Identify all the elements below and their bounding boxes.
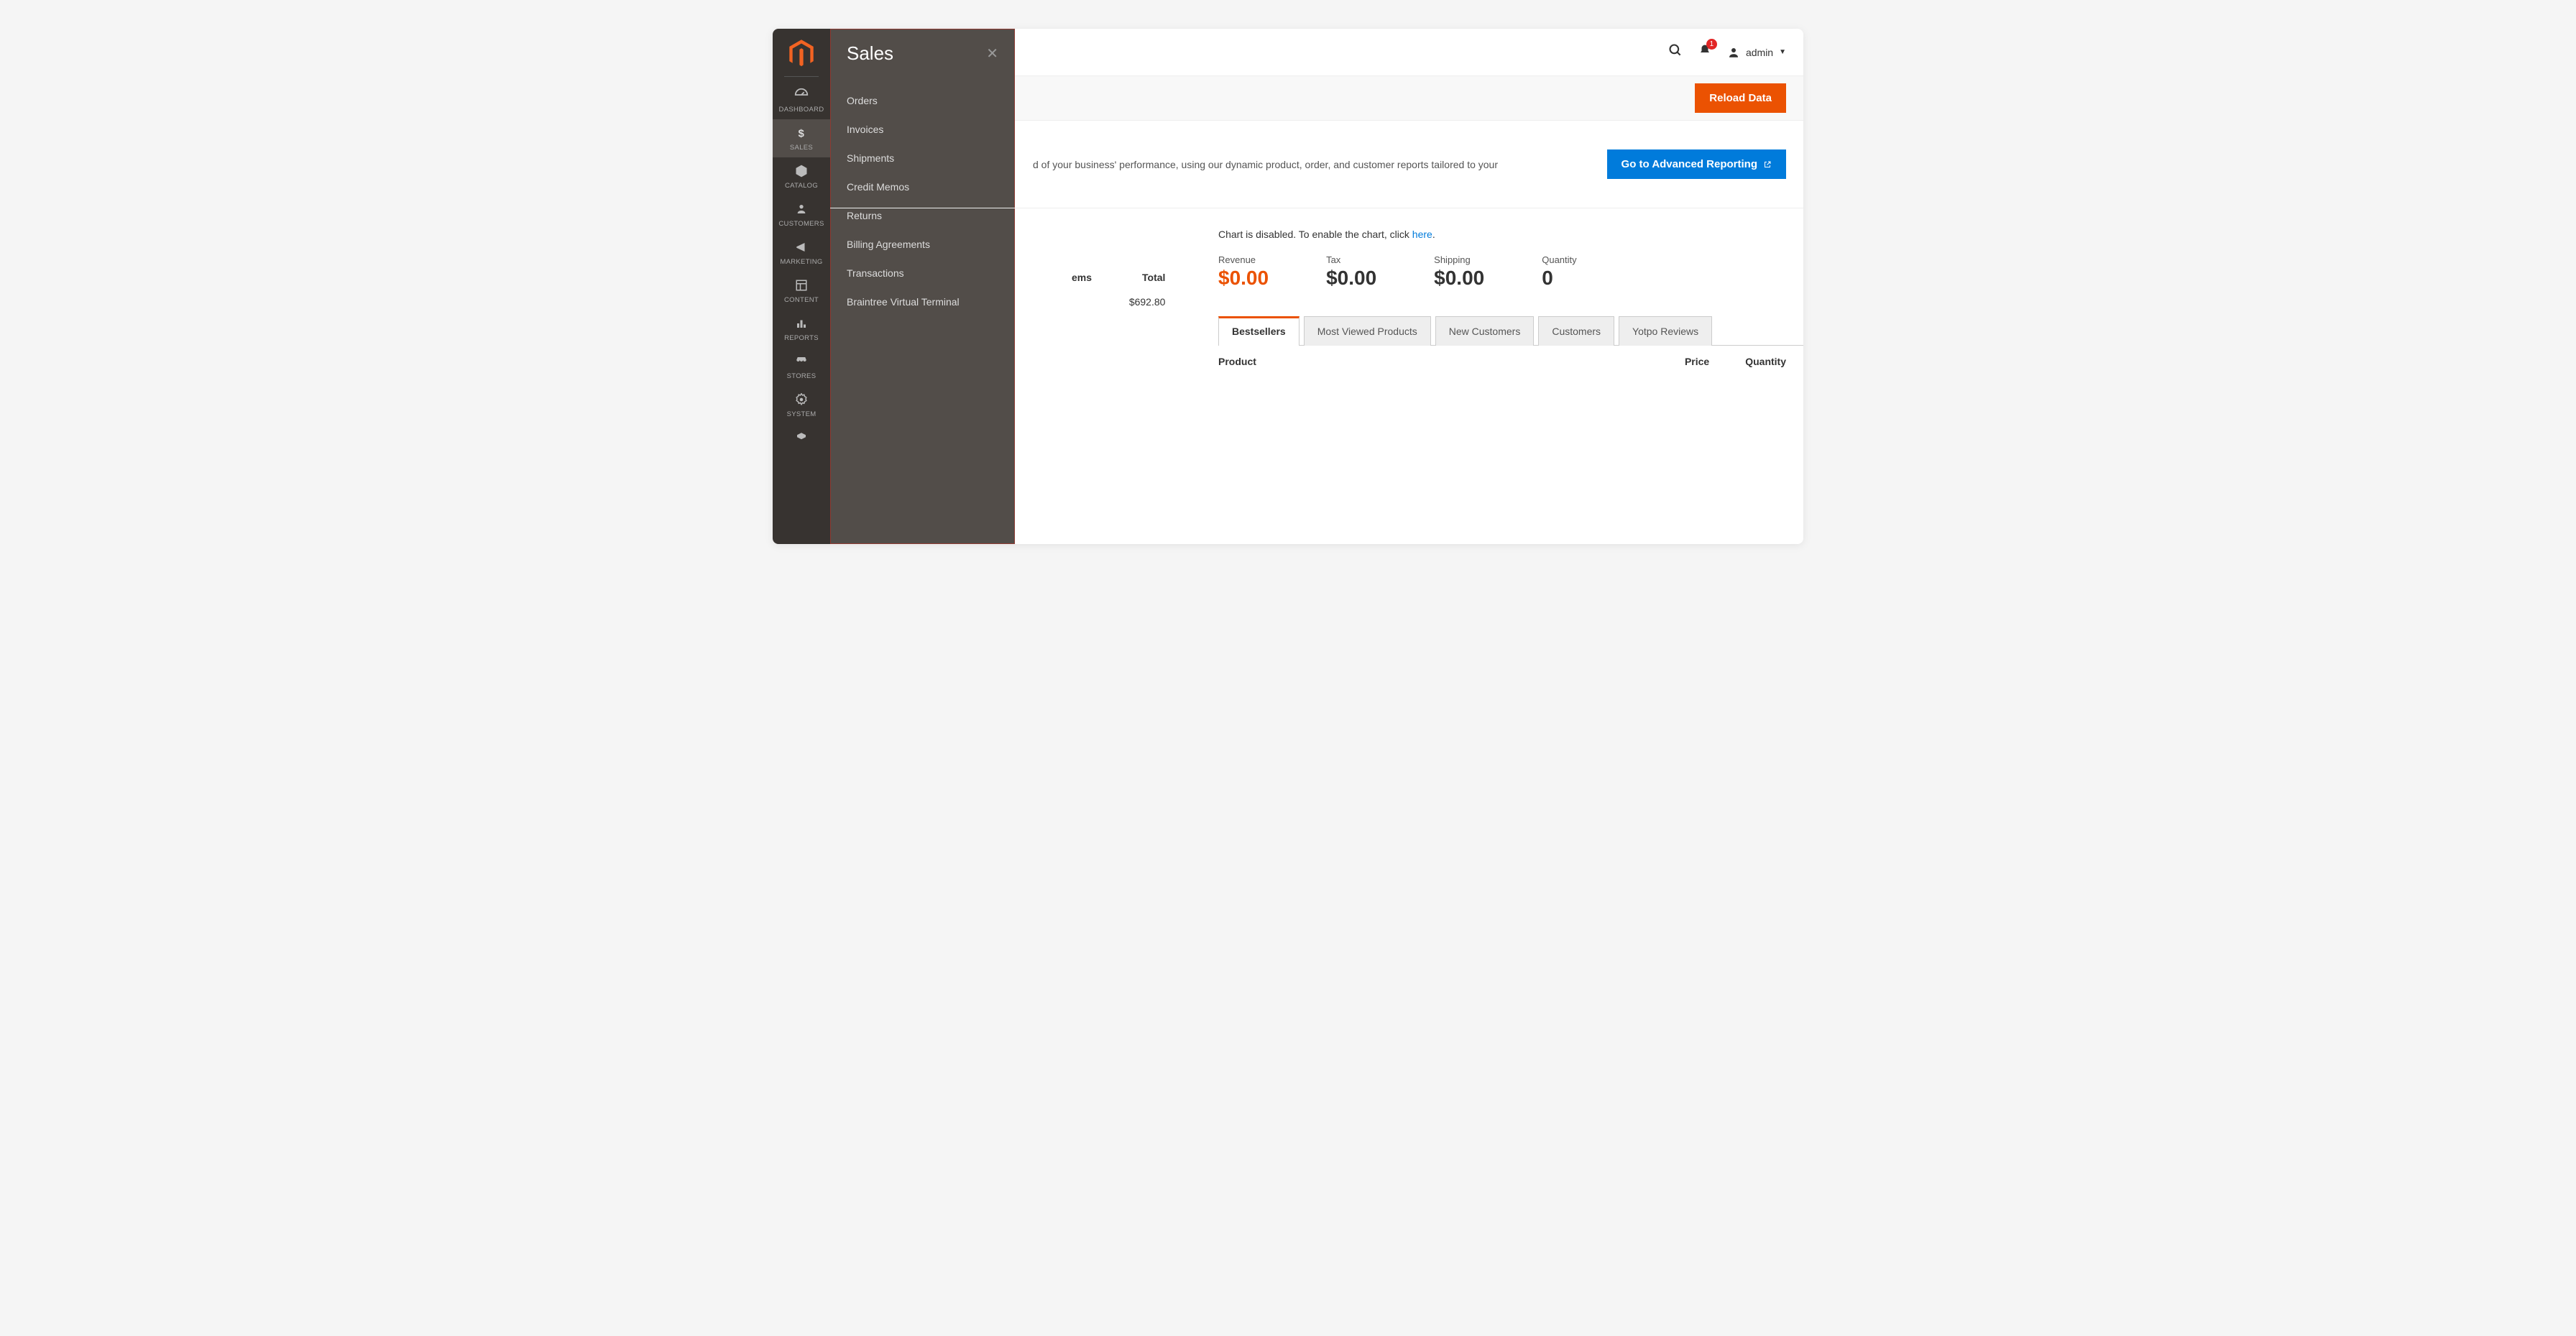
col-price: Price — [1685, 356, 1709, 367]
tab-bestsellers[interactable]: Bestsellers — [1218, 316, 1300, 346]
submenu-item-orders[interactable]: Orders — [847, 86, 998, 115]
sidebar-item-content[interactable]: CONTENT — [773, 272, 830, 310]
sidebar-item-system[interactable]: SYSTEM — [773, 386, 830, 424]
sidebar-label: MARKETING — [780, 258, 822, 266]
tab-most-viewed[interactable]: Most Viewed Products — [1304, 316, 1431, 346]
gauge-icon — [794, 87, 809, 103]
sidebar-item-stores[interactable]: STORES — [773, 348, 830, 386]
sidebar-label: CONTENT — [784, 296, 819, 304]
advanced-reporting-button[interactable]: Go to Advanced Reporting — [1607, 149, 1786, 179]
sidebar-item-catalog[interactable]: CATALOG — [773, 157, 830, 195]
external-link-icon — [1763, 160, 1772, 169]
sidebar-label: CUSTOMERS — [778, 220, 824, 228]
left-col-items: ems — [1072, 272, 1092, 283]
person-icon — [796, 201, 807, 217]
megaphone-icon — [795, 239, 808, 255]
notifications-icon[interactable]: 1 — [1698, 43, 1711, 61]
left-col-total: Total — [1142, 272, 1165, 283]
enable-chart-link[interactable]: here — [1412, 229, 1432, 240]
sidebar-label: SYSTEM — [787, 410, 816, 418]
search-icon[interactable] — [1668, 43, 1683, 61]
sidebar-item-customers[interactable]: CUSTOMERS — [773, 195, 830, 234]
tabs: Bestsellers Most Viewed Products New Cus… — [1218, 315, 1803, 346]
sidebar-label: REPORTS — [784, 334, 819, 342]
sidebar-item-sales[interactable]: $ SALES — [773, 119, 830, 157]
sidebar-label: DASHBOARD — [779, 106, 824, 114]
store-icon — [794, 354, 809, 369]
content: d of your business' performance, using o… — [830, 121, 1803, 544]
col-product: Product — [1218, 356, 1256, 367]
sidebar-label: CATALOG — [785, 182, 818, 190]
col-quantity: Quantity — [1745, 356, 1786, 367]
bestsellers-table-head: Product Price Quantity — [1218, 346, 1803, 367]
advanced-reporting-text: d of your business' performance, using o… — [1033, 159, 1498, 170]
username: admin — [1746, 47, 1773, 58]
button-label: Go to Advanced Reporting — [1622, 158, 1757, 170]
sidebar-label: STORES — [787, 372, 816, 380]
tab-new-customers[interactable]: New Customers — [1435, 316, 1535, 346]
left-row-total: $692.80 — [1129, 296, 1166, 308]
content-icon — [795, 277, 808, 293]
submenu-title: Sales — [847, 42, 893, 65]
user-icon — [1727, 46, 1740, 59]
admin-window: DASHBOARD $ SALES CATALOG CUSTOMERS MARK… — [773, 29, 1803, 544]
sidebar-item-dashboard[interactable]: DASHBOARD — [773, 81, 830, 119]
stat-shipping: Shipping $0.00 — [1434, 254, 1484, 290]
sidebar-item-reports[interactable]: REPORTS — [773, 310, 830, 348]
user-dropdown[interactable]: admin ▼ — [1727, 46, 1786, 59]
chevron-down-icon: ▼ — [1779, 48, 1786, 56]
dollar-icon: $ — [795, 125, 808, 141]
sidebar-item-partners[interactable] — [773, 424, 830, 451]
sidebar: DASHBOARD $ SALES CATALOG CUSTOMERS MARK… — [773, 29, 830, 544]
bars-icon — [795, 315, 808, 331]
chart-disabled-message: Chart is disabled. To enable the chart, … — [1218, 229, 1803, 240]
reload-data-button[interactable]: Reload Data — [1695, 83, 1786, 113]
gear-icon — [795, 392, 808, 407]
sidebar-item-marketing[interactable]: MARKETING — [773, 234, 830, 272]
notification-badge: 1 — [1706, 39, 1717, 50]
sidebar-divider — [784, 76, 819, 77]
stat-quantity: Quantity 0 — [1542, 254, 1576, 290]
stats-row: Revenue $0.00 Tax $0.00 Shipping $0.00 Q… — [1218, 254, 1803, 290]
stat-revenue: Revenue $0.00 — [1218, 254, 1269, 290]
stat-tax: Tax $0.00 — [1326, 254, 1376, 290]
partners-icon — [795, 430, 808, 446]
close-icon[interactable]: ✕ — [986, 45, 998, 63]
catalog-icon — [794, 163, 809, 179]
sidebar-label: SALES — [790, 144, 813, 152]
tab-yotpo[interactable]: Yotpo Reviews — [1619, 316, 1712, 346]
magento-logo[interactable] — [785, 37, 818, 70]
svg-text:$: $ — [799, 127, 805, 139]
tab-customers[interactable]: Customers — [1538, 316, 1614, 346]
